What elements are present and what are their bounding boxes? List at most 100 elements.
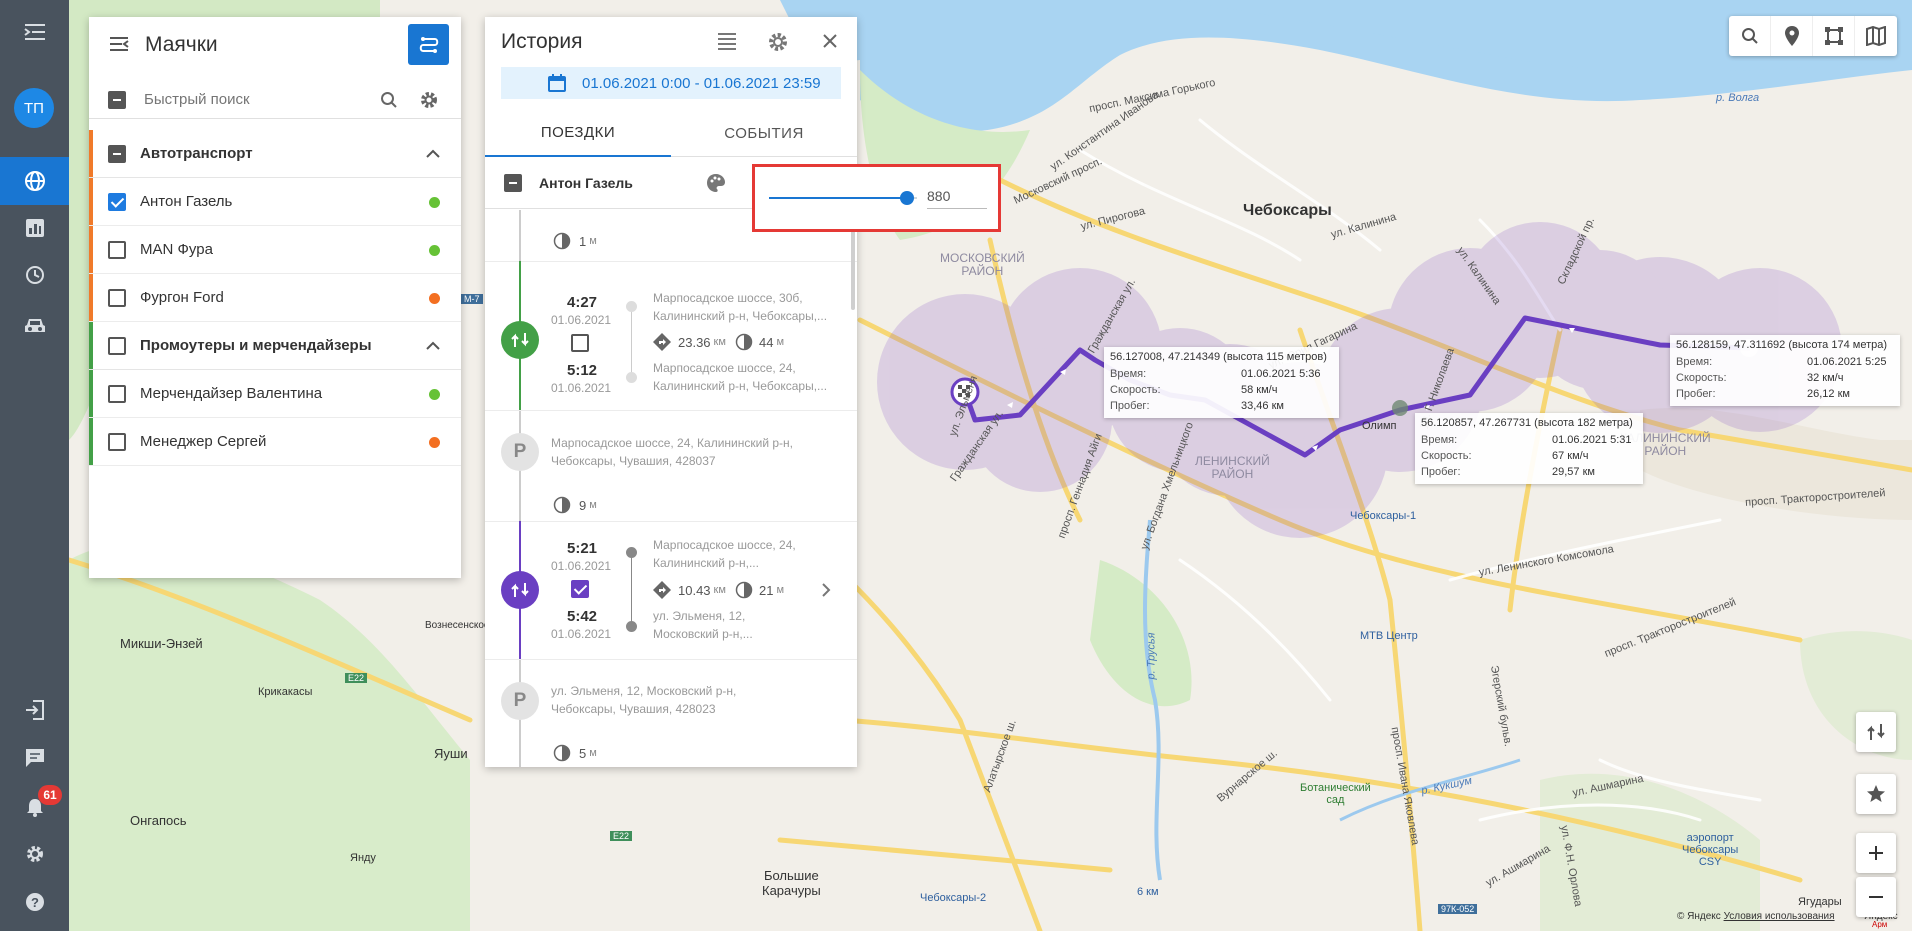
map-placemark-button[interactable] [1771, 16, 1813, 56]
map-area-button[interactable] [1813, 16, 1855, 56]
palette-icon [707, 174, 725, 192]
map-search-button[interactable] [1729, 16, 1771, 56]
vehicle-checkbox[interactable] [504, 173, 522, 192]
slider-track[interactable] [769, 191, 917, 205]
group-checkbox[interactable] [108, 336, 126, 355]
gear-icon [769, 33, 787, 51]
map-copyright: © Яндекс Условия использования [1677, 911, 1835, 922]
history-list-button[interactable] [717, 32, 737, 55]
beacon-checkbox[interactable] [108, 240, 126, 259]
trip-to-address: ул. Эльменя, 12, Московский р-н,... [653, 609, 753, 641]
zoom-in-button[interactable] [1856, 833, 1896, 873]
map-label-vozn: Вознесенское [425, 620, 490, 631]
group-checkbox[interactable] [108, 144, 126, 163]
beacon-item[interactable]: MAN Фура [89, 226, 461, 274]
stop-duration: 9м [553, 496, 597, 514]
tab-trips[interactable]: ПОЕЗДКИ [485, 109, 671, 157]
group-header[interactable]: Промоутеры и мерчендайзеры [89, 322, 461, 370]
map-layers-button[interactable] [1855, 16, 1897, 56]
nav-messages[interactable] [0, 734, 69, 782]
chat-icon [25, 749, 44, 767]
select-all-checkbox[interactable] [108, 90, 126, 109]
map-label-mtv: МТВ Центр [1360, 630, 1418, 642]
beacon-item[interactable]: Антон Газель [89, 178, 461, 226]
close-icon [823, 34, 837, 48]
beacons-search-bar [89, 81, 461, 119]
clock-icon [735, 581, 753, 599]
nav-history[interactable] [0, 251, 69, 299]
clock-icon [553, 232, 571, 250]
map-favorite-button[interactable] [1856, 774, 1896, 814]
trip-from-address: Марпосадское шоссе, 24, Калининский р-н,.… [653, 538, 796, 570]
clock-icon [735, 333, 753, 351]
vehicle-color-button[interactable] [706, 173, 726, 198]
radius-slider-popup: 880 [752, 164, 1001, 232]
route-icon [511, 583, 529, 597]
collapse-menu-button[interactable] [0, 8, 69, 56]
group-header[interactable]: Автотранспорт [89, 130, 461, 178]
history-tabs: ПОЕЗДКИ СОБЫТИЯ [485, 109, 857, 157]
map-label-city: Чебоксары [1243, 202, 1332, 219]
status-dot [429, 245, 440, 256]
chevron-up-icon[interactable] [425, 144, 441, 164]
date-range-picker[interactable]: 01.06.2021 0:00 - 01.06.2021 23:59 [501, 67, 841, 99]
nav-vehicles[interactable] [0, 302, 69, 350]
direction-icon [653, 581, 671, 599]
list-icon [718, 33, 736, 50]
chevron-right-icon[interactable] [820, 582, 832, 598]
trip-from-address: Марпосадское шоссе, 30б, Калининский р-н,… [653, 291, 828, 323]
beacon-item[interactable]: Менеджер Сергей [89, 418, 461, 466]
nav-logout[interactable] [0, 686, 69, 734]
app-root: Чебоксары МОСКОВСКИЙ РАЙОН ЛЕНИНСКИЙ РАЙ… [0, 0, 1912, 931]
beacon-checkbox[interactable] [108, 384, 126, 403]
nav-settings[interactable] [0, 830, 69, 878]
map-tooltip: 56.120857, 47.267731 (высота 182 метра) … [1415, 413, 1643, 484]
parking-address: ул. Эльменя, 12, Московский р-н, Чебоксар… [551, 684, 737, 716]
beacons-collapse-button[interactable] [109, 36, 129, 57]
nav-map[interactable] [0, 157, 69, 205]
map-terms-link[interactable]: Условия использования [1724, 911, 1835, 922]
status-dot [429, 389, 440, 400]
map-tooltip: 56.127008, 47.214349 (высота 115 метров)… [1104, 347, 1339, 418]
tab-events[interactable]: СОБЫТИЯ [671, 109, 857, 157]
history-settings-button[interactable] [767, 31, 789, 58]
beacon-item[interactable]: Фургон Ford [89, 274, 461, 322]
map-icon [1866, 26, 1886, 46]
chevron-up-icon[interactable] [425, 336, 441, 356]
beacons-search-input[interactable] [144, 91, 364, 108]
beacon-item[interactable]: Мерчендайзер Валентина [89, 370, 461, 418]
user-avatar[interactable]: ТП [14, 88, 54, 128]
route-icon [1867, 724, 1885, 740]
trip-icon [501, 321, 539, 359]
beacon-checkbox[interactable] [108, 192, 126, 211]
slider-handle[interactable] [899, 191, 914, 205]
date-range-text: 01.06.2021 0:00 - 01.06.2021 23:59 [582, 74, 821, 92]
trip-checkbox[interactable] [571, 334, 589, 352]
car-icon [24, 319, 45, 332]
trip-card[interactable]: 5:21 01.06.2021 5:42 01.06.2021 Марпосад… [485, 522, 857, 659]
end-point-dot [626, 372, 637, 383]
map-label-station1: Чебоксары-1 [1350, 510, 1417, 522]
trip-checkbox[interactable] [571, 580, 589, 598]
beacons-sort-button[interactable] [408, 24, 449, 65]
map-arm-label: Арм [1872, 920, 1888, 929]
map-route-button[interactable] [1856, 712, 1896, 752]
slider-value-input[interactable]: 880 [927, 185, 987, 209]
notification-badge: 61 [38, 785, 62, 805]
nav-reports[interactable] [0, 204, 69, 252]
status-dot [429, 197, 440, 208]
help-icon: ? [25, 893, 44, 911]
map-label-trusya: р. Трусья [1145, 632, 1158, 680]
timeline-line [519, 210, 521, 261]
beacons-settings-button[interactable] [419, 90, 439, 115]
search-icon [381, 92, 397, 108]
trip-card[interactable]: 4:27 01.06.2021 5:12 01.06.2021 Марпосад… [485, 262, 857, 410]
beacon-checkbox[interactable] [108, 288, 126, 307]
beacons-panel: Маячки Автотранспорт Антон Газель [89, 17, 461, 578]
beacon-checkbox[interactable] [108, 432, 126, 451]
history-close-button[interactable] [822, 33, 838, 54]
nav-help[interactable]: ? [0, 878, 69, 926]
beacons-search-button[interactable] [380, 91, 398, 114]
tooltip-title: 56.128159, 47.311692 (высота 174 метра) [1676, 339, 1888, 351]
zoom-out-button[interactable] [1856, 877, 1896, 917]
